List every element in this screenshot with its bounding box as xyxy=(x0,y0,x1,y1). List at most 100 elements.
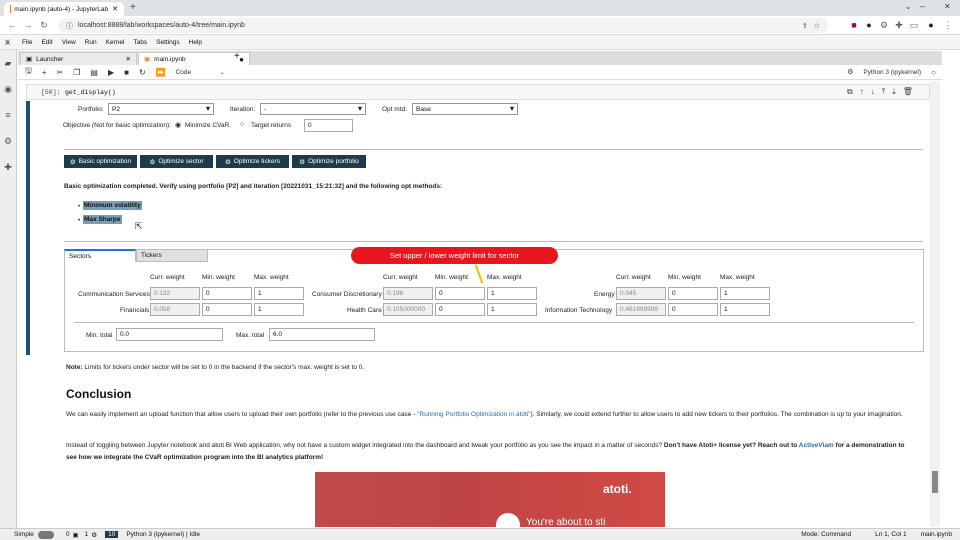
optimize-tickers-button[interactable]: ⚙ Optimize tickers xyxy=(216,155,289,168)
paste-icon[interactable]: ▤ xyxy=(90,68,98,77)
optimize-tickers-label: Optimize tickers xyxy=(233,158,281,165)
save-icon[interactable]: 🖫 xyxy=(25,65,32,79)
command-palette-icon[interactable]: ≡ xyxy=(3,110,13,120)
menu-settings[interactable]: Settings xyxy=(156,39,180,46)
p2-bold: Don't have Atoti+ license yet? Reach out… xyxy=(663,442,799,449)
chevron-down-icon[interactable]: ⌄ xyxy=(220,69,225,76)
run-icon[interactable]: ▶ xyxy=(108,68,114,77)
chevron-down-icon[interactable]: ⌄ xyxy=(905,2,912,11)
add-tab-icon[interactable]: + xyxy=(234,51,240,62)
address-bar[interactable]: ⓘ localhost:8888/lab/workspaces/auto-4/t… xyxy=(58,18,828,33)
browser-tab[interactable]: main.ipynb (auto-4) - JupyterLab ✕ xyxy=(4,2,124,16)
note-bold: Note: xyxy=(66,364,83,371)
portfolio-select[interactable]: P2 xyxy=(108,103,214,115)
bookmark-star-icon[interactable]: ☆ xyxy=(814,22,820,30)
activeviam-link[interactable]: ActiveViam xyxy=(799,442,834,449)
close-tab-icon[interactable]: ✕ xyxy=(112,5,118,13)
close-icon[interactable]: ✕ xyxy=(126,55,131,63)
menu-edit[interactable]: Edit xyxy=(41,39,52,46)
restart-icon[interactable]: ↻ xyxy=(139,68,146,77)
terminals-count: 0 xyxy=(65,531,70,538)
reading-list-icon[interactable]: ▭ xyxy=(908,19,920,31)
restart-run-all-icon[interactable]: ⏩ xyxy=(156,68,166,77)
minimize-cvar-radio[interactable]: ◉ xyxy=(175,121,181,129)
min-total-input[interactable]: 0.0 xyxy=(116,328,223,341)
col-curr-weight: Curr. weight xyxy=(616,274,651,281)
callout-annotation: Set upper / lower weight limit for secto… xyxy=(351,247,558,264)
menu-bar: ⩙ File Edit View Run Kernel Tabs Setting… xyxy=(0,35,960,50)
max-weight-input[interactable]: 1 xyxy=(254,303,304,316)
reload-icon[interactable]: ↻ xyxy=(38,19,50,31)
max-weight-input[interactable]: 1 xyxy=(487,303,537,316)
optimize-portfolio-button[interactable]: ⚙ Optimize portfolio xyxy=(292,155,366,168)
extension-circle-icon[interactable]: ● xyxy=(863,19,875,31)
curr-weight-field: 0.198 xyxy=(383,287,433,300)
extension-manager-icon[interactable]: ✚ xyxy=(3,162,13,172)
menu-kernel[interactable]: Kernel xyxy=(106,39,125,46)
min-weight-input[interactable]: 0 xyxy=(202,303,252,316)
min-weight-input[interactable]: 0 xyxy=(202,287,252,300)
browser-menu-icon[interactable]: ⋮ xyxy=(942,19,954,31)
optmtd-select[interactable]: Base xyxy=(412,103,518,115)
minimize-cvar-label: Minimize CVaR xyxy=(185,122,230,129)
cell-type-select[interactable]: Code xyxy=(176,69,216,76)
target-returns-radio[interactable]: ○ xyxy=(240,121,244,128)
kernel-settings-icon[interactable]: ⚙ xyxy=(847,68,853,76)
menu-view[interactable]: View xyxy=(62,39,76,46)
max-total-input[interactable]: 6.0 xyxy=(269,328,375,341)
property-inspector-icon[interactable]: ⚙ xyxy=(3,136,13,146)
code-cell-input[interactable]: [50]: get_display() ⧉↑↓⤒⤓🗑 xyxy=(26,84,930,100)
video-thumbnail[interactable]: atoti. You're about to sti xyxy=(315,472,665,527)
iteration-select[interactable]: - xyxy=(260,103,366,115)
kernel-status[interactable]: Python 3 (ipykernel) | Idle xyxy=(126,531,200,538)
tab-sectors[interactable]: Sectors xyxy=(64,249,136,262)
forward-icon[interactable]: → xyxy=(22,19,34,31)
scrollbar-thumb[interactable] xyxy=(932,471,938,493)
iteration-label: Iteration: xyxy=(230,106,256,113)
minimize-icon[interactable]: – xyxy=(920,1,925,11)
min-weight-input[interactable]: 0 xyxy=(668,303,718,316)
min-weight-input[interactable]: 0 xyxy=(435,303,485,316)
kernel-name[interactable]: Python 3 (ipykernel) xyxy=(863,69,921,76)
menu-run[interactable]: Run xyxy=(85,39,97,46)
extension-gear-icon[interactable]: ⚙ xyxy=(878,19,890,31)
running-icon[interactable]: ◉ xyxy=(3,84,13,94)
close-window-icon[interactable]: ✕ xyxy=(944,2,951,11)
menu-file[interactable]: File xyxy=(22,39,32,46)
menu-help[interactable]: Help xyxy=(189,39,202,46)
cut-icon[interactable]: ✂ xyxy=(57,68,64,77)
min-weight-input[interactable]: 0 xyxy=(435,287,485,300)
back-icon[interactable]: ← xyxy=(6,19,18,31)
target-returns-input[interactable]: 0 xyxy=(304,119,353,132)
copy-icon[interactable]: ❐ xyxy=(73,68,80,77)
stop-icon[interactable]: ■ xyxy=(124,68,129,77)
profile-avatar[interactable]: ● xyxy=(925,19,937,31)
cursor-position[interactable]: Ln 1, Col 1 xyxy=(875,531,906,538)
extensions-puzzle-icon[interactable]: ✚ xyxy=(893,19,905,31)
optimize-sector-button[interactable]: ⚙ Optimize sector xyxy=(140,155,213,168)
simple-mode-label: Simple xyxy=(14,531,34,538)
basic-optimization-button[interactable]: ⚙ Basic optimization xyxy=(64,155,137,168)
simple-mode-toggle[interactable] xyxy=(37,530,54,539)
tab-tickers[interactable]: Tickers xyxy=(136,249,208,262)
new-tab-icon[interactable]: + xyxy=(130,2,136,13)
running-portfolio-link[interactable]: "Running Portfolio Optimization in atoti… xyxy=(417,411,530,418)
cell-prompt: [50]: xyxy=(41,89,61,96)
extension-red-icon[interactable]: ■ xyxy=(848,19,860,31)
max-weight-input[interactable]: 1 xyxy=(487,287,537,300)
basic-optimization-label: Basic optimization xyxy=(78,158,132,165)
tab-launcher[interactable]: ▣ Launcher ✕ xyxy=(20,52,137,65)
play-icon[interactable] xyxy=(496,513,520,527)
note-text: Note: Limits for tickers under sector wi… xyxy=(66,362,926,374)
insert-cell-icon[interactable]: + xyxy=(42,68,47,77)
min-weight-input[interactable]: 0 xyxy=(668,287,718,300)
max-weight-input[interactable]: 1 xyxy=(720,303,770,316)
atoti-logo: atoti. xyxy=(603,482,632,496)
share-icon[interactable]: ⇪ xyxy=(802,22,808,30)
col-max-weight: Max. weight xyxy=(254,274,289,281)
scrollbar-track[interactable] xyxy=(930,81,940,527)
folder-icon[interactable]: ▰ xyxy=(3,58,13,68)
menu-tabs[interactable]: Tabs xyxy=(133,39,147,46)
max-weight-input[interactable]: 1 xyxy=(720,287,770,300)
max-weight-input[interactable]: 1 xyxy=(254,287,304,300)
